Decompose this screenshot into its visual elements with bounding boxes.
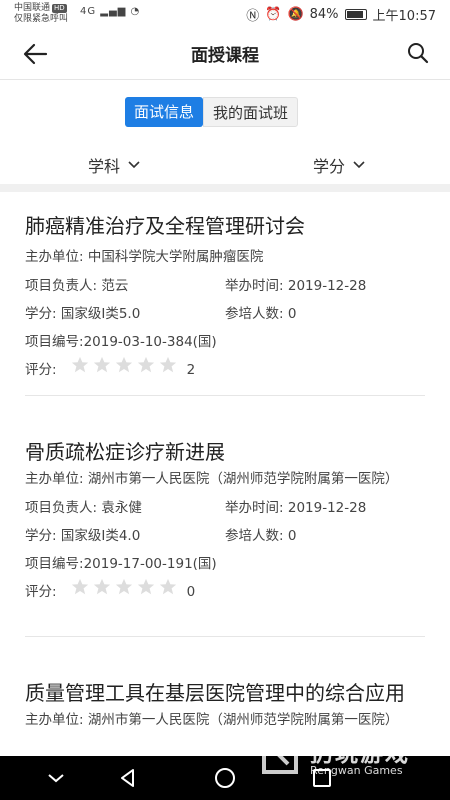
star-icon — [115, 578, 132, 595]
star-icon — [71, 578, 88, 595]
alarm-icon: ⏰ — [265, 7, 282, 22]
emergency-text: 仅限紧急呼叫 — [14, 14, 69, 24]
star-icon — [137, 356, 154, 373]
course-title: 质量管理工具在基层医院管理中的综合应用 — [25, 681, 405, 705]
star-icon — [93, 578, 110, 595]
star-icon — [137, 578, 154, 595]
star-icon — [93, 356, 110, 373]
course-org: 主办单位: 湖州市第一人民医院（湖州师范学院附属第一医院） — [25, 471, 399, 487]
credit-filter[interactable]: 学分 — [313, 153, 365, 177]
mute-icon: 🔕 — [287, 7, 304, 22]
rating-stars — [71, 578, 177, 606]
nfc-icon: Ⓝ — [246, 9, 260, 24]
home-nav-icon[interactable] — [213, 766, 237, 790]
status-icons: Ⓝ ⏰ 🔕 84% 上午10:57 — [246, 5, 436, 24]
course-rating-row: 评分: 2 — [25, 356, 425, 384]
course-code-row: 项目编号: 2019-17-00-191(国) — [25, 550, 425, 578]
tab-my-classes[interactable]: 我的面试班 — [203, 97, 299, 127]
course-credit: 国家级I类5.0 — [60, 306, 141, 322]
back-nav-icon[interactable] — [116, 766, 140, 790]
course-org: 主办单位: 湖州市第一人民医院（湖州师范学院附属第一医院） — [25, 712, 399, 728]
chevron-down-icon — [128, 161, 140, 169]
course-card[interactable]: 肺癌精准治疗及全程管理研讨会 主办单位: 中国科学院大学附属肿瘤医院 项目负责人… — [25, 211, 425, 384]
course-org: 主办单位: 中国科学院大学附属肿瘤医院 — [25, 249, 264, 265]
section-divider — [0, 184, 450, 192]
clock: 上午10:57 — [372, 9, 436, 24]
course-code: 2019-17-00-191(国) — [83, 556, 217, 572]
rating-count: 2 — [186, 362, 196, 378]
course-code: 2019-03-10-384(国) — [83, 334, 217, 350]
hide-nav-icon[interactable] — [44, 766, 68, 790]
course-date: 2019-12-28 — [287, 278, 367, 294]
subject-filter[interactable]: 学科 — [88, 153, 140, 177]
title-bar: 面授课程 — [0, 28, 450, 80]
course-leader-row: 项目负责人: 袁永健 举办时间: 2019-12-28 — [25, 500, 367, 516]
course-title: 肺癌精准治疗及全程管理研讨会 — [25, 214, 305, 238]
star-icon — [71, 356, 88, 373]
carrier-name: 中国联通 — [14, 3, 51, 13]
star-icon — [115, 356, 132, 373]
course-title: 骨质疏松症诊疗新进展 — [25, 440, 225, 464]
tab-interview-info[interactable]: 面试信息 — [125, 97, 204, 127]
rating-stars — [71, 356, 177, 384]
course-attendees: 0 — [287, 528, 297, 544]
status-bar: 中国联通 HD 仅限紧急呼叫 4G ▂▄▆ ◔ Ⓝ ⏰ 🔕 84% 上午10:57 — [0, 0, 450, 28]
signal-icon: 4G ▂▄▆ ◔ — [80, 6, 141, 17]
carrier-info: 中国联通 HD 仅限紧急呼叫 — [14, 3, 68, 25]
watermark-name: 扔玩游戏 — [310, 741, 410, 767]
battery-percent: 84% — [309, 7, 339, 22]
course-date: 2019-12-28 — [287, 500, 367, 516]
card-divider — [25, 636, 425, 637]
watermark: 扔玩游戏 Rengwan Games — [258, 732, 428, 782]
subject-filter-label: 学科 — [88, 157, 121, 176]
course-leader-row: 项目负责人: 范云 举办时间: 2019-12-28 — [25, 278, 367, 294]
credit-filter-label: 学分 — [313, 157, 346, 176]
course-card[interactable]: 骨质疏松症诊疗新进展 主办单位: 湖州市第一人民医院（湖州师范学院附属第一医院）… — [25, 437, 425, 606]
course-credit: 国家级I类4.0 — [60, 528, 141, 544]
chevron-down-icon — [353, 161, 365, 169]
card-divider — [25, 395, 425, 396]
tab-group: 面试信息 我的面试班 — [125, 97, 299, 127]
page-title: 面授课程 — [191, 46, 259, 66]
search-icon[interactable] — [406, 41, 430, 65]
battery-icon — [344, 9, 367, 20]
course-credit-row: 学分: 国家级I类4.0 参培人数: 0 — [25, 528, 297, 544]
star-icon — [159, 356, 176, 373]
hd-badge: HD — [52, 4, 67, 13]
course-leader: 范云 — [101, 278, 129, 294]
course-card[interactable]: 质量管理工具在基层医院管理中的综合应用 主办单位: 湖州市第一人民医院（湖州师范… — [25, 678, 425, 735]
course-credit-row: 学分: 国家级I类5.0 参培人数: 0 — [25, 306, 297, 322]
course-code-row: 项目编号: 2019-03-10-384(国) — [25, 328, 425, 356]
star-icon — [159, 578, 176, 595]
course-attendees: 0 — [287, 306, 297, 322]
course-leader: 袁永健 — [101, 500, 142, 516]
watermark-name-en: Rengwan Games — [310, 764, 403, 777]
rating-count: 0 — [186, 584, 196, 600]
watermark-logo-icon — [262, 738, 298, 774]
course-rating-row: 评分: 0 — [25, 578, 425, 606]
